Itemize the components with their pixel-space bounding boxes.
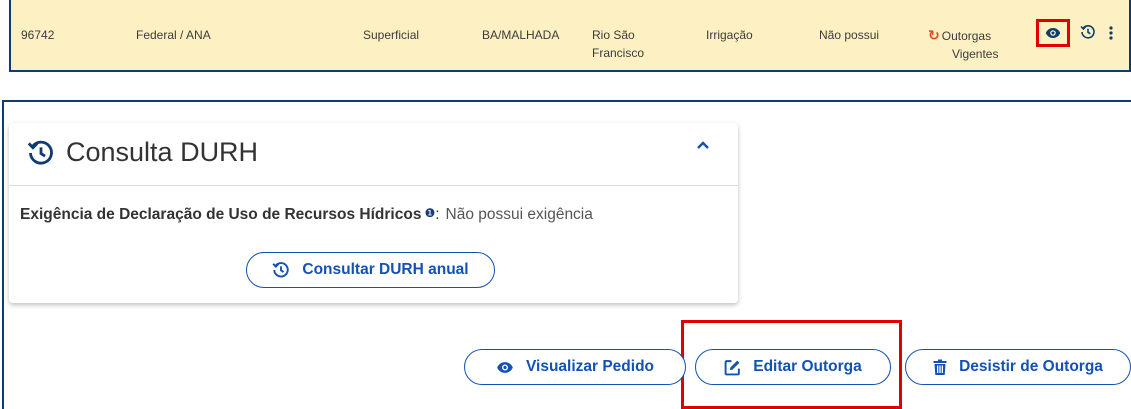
consult-durh-label: Consultar DURH anual: [302, 261, 469, 278]
result-table-row: 96742 Federal / ANA Superficial BA/MALHA…: [9, 0, 1131, 72]
row-basin-line1: Rio São: [592, 28, 635, 42]
history-icon: [272, 261, 290, 279]
row-location: BA/MALHADA: [482, 28, 560, 42]
view-details-button[interactable]: [1036, 19, 1070, 47]
eye-icon: [496, 361, 514, 374]
durh-requirement: Exigência de Declaração de Uso de Recurs…: [20, 206, 593, 223]
withdraw-grant-label: Desistir de Outorga: [959, 358, 1103, 375]
eye-icon: [1045, 28, 1061, 38]
withdraw-grant-button[interactable]: Desistir de Outorga: [905, 349, 1131, 385]
row-status-line2: Vigentes: [952, 47, 999, 61]
more-vertical-icon: [1109, 26, 1113, 40]
trash-icon: [933, 359, 947, 376]
row-jurisdiction: Federal / ANA: [136, 28, 211, 42]
requirement-value: Não possui exigência: [445, 206, 593, 223]
row-status-line1: Outorgas: [941, 29, 992, 43]
row-water-type: Superficial: [363, 28, 420, 42]
durh-card-title: Consulta DURH: [66, 137, 259, 167]
history-icon: [27, 139, 55, 172]
edit-grant-button[interactable]: Editar Outorga: [695, 349, 891, 385]
view-request-button[interactable]: Visualizar Pedido: [464, 349, 686, 385]
edit-icon: [724, 359, 741, 376]
collapse-button[interactable]: [695, 137, 711, 158]
row-basin: Rio São Francisco: [592, 26, 662, 62]
row-status: ↻ Outorgas Vigentes: [928, 26, 1018, 63]
row-basin-line2: Francisco: [592, 46, 645, 60]
more-options-button[interactable]: [1108, 26, 1114, 45]
refresh-icon: ↻: [928, 27, 940, 43]
requirement-label: Exigência de Declaração de Uso de Recurs…: [20, 206, 422, 223]
history-icon: [1080, 25, 1095, 39]
history-button[interactable]: [1080, 24, 1096, 45]
durh-card-header[interactable]: Consulta DURH: [9, 123, 738, 186]
consult-durh-button[interactable]: Consultar DURH anual: [246, 252, 495, 288]
row-id: 96742: [21, 28, 55, 42]
row-purpose: Irrigação: [706, 28, 753, 42]
info-icon[interactable]: ❶: [424, 206, 435, 220]
view-request-label: Visualizar Pedido: [525, 358, 655, 375]
edit-grant-label: Editar Outorga: [753, 358, 862, 375]
chevron-up-icon: [697, 141, 709, 149]
row-durh: Não possui: [819, 28, 880, 42]
